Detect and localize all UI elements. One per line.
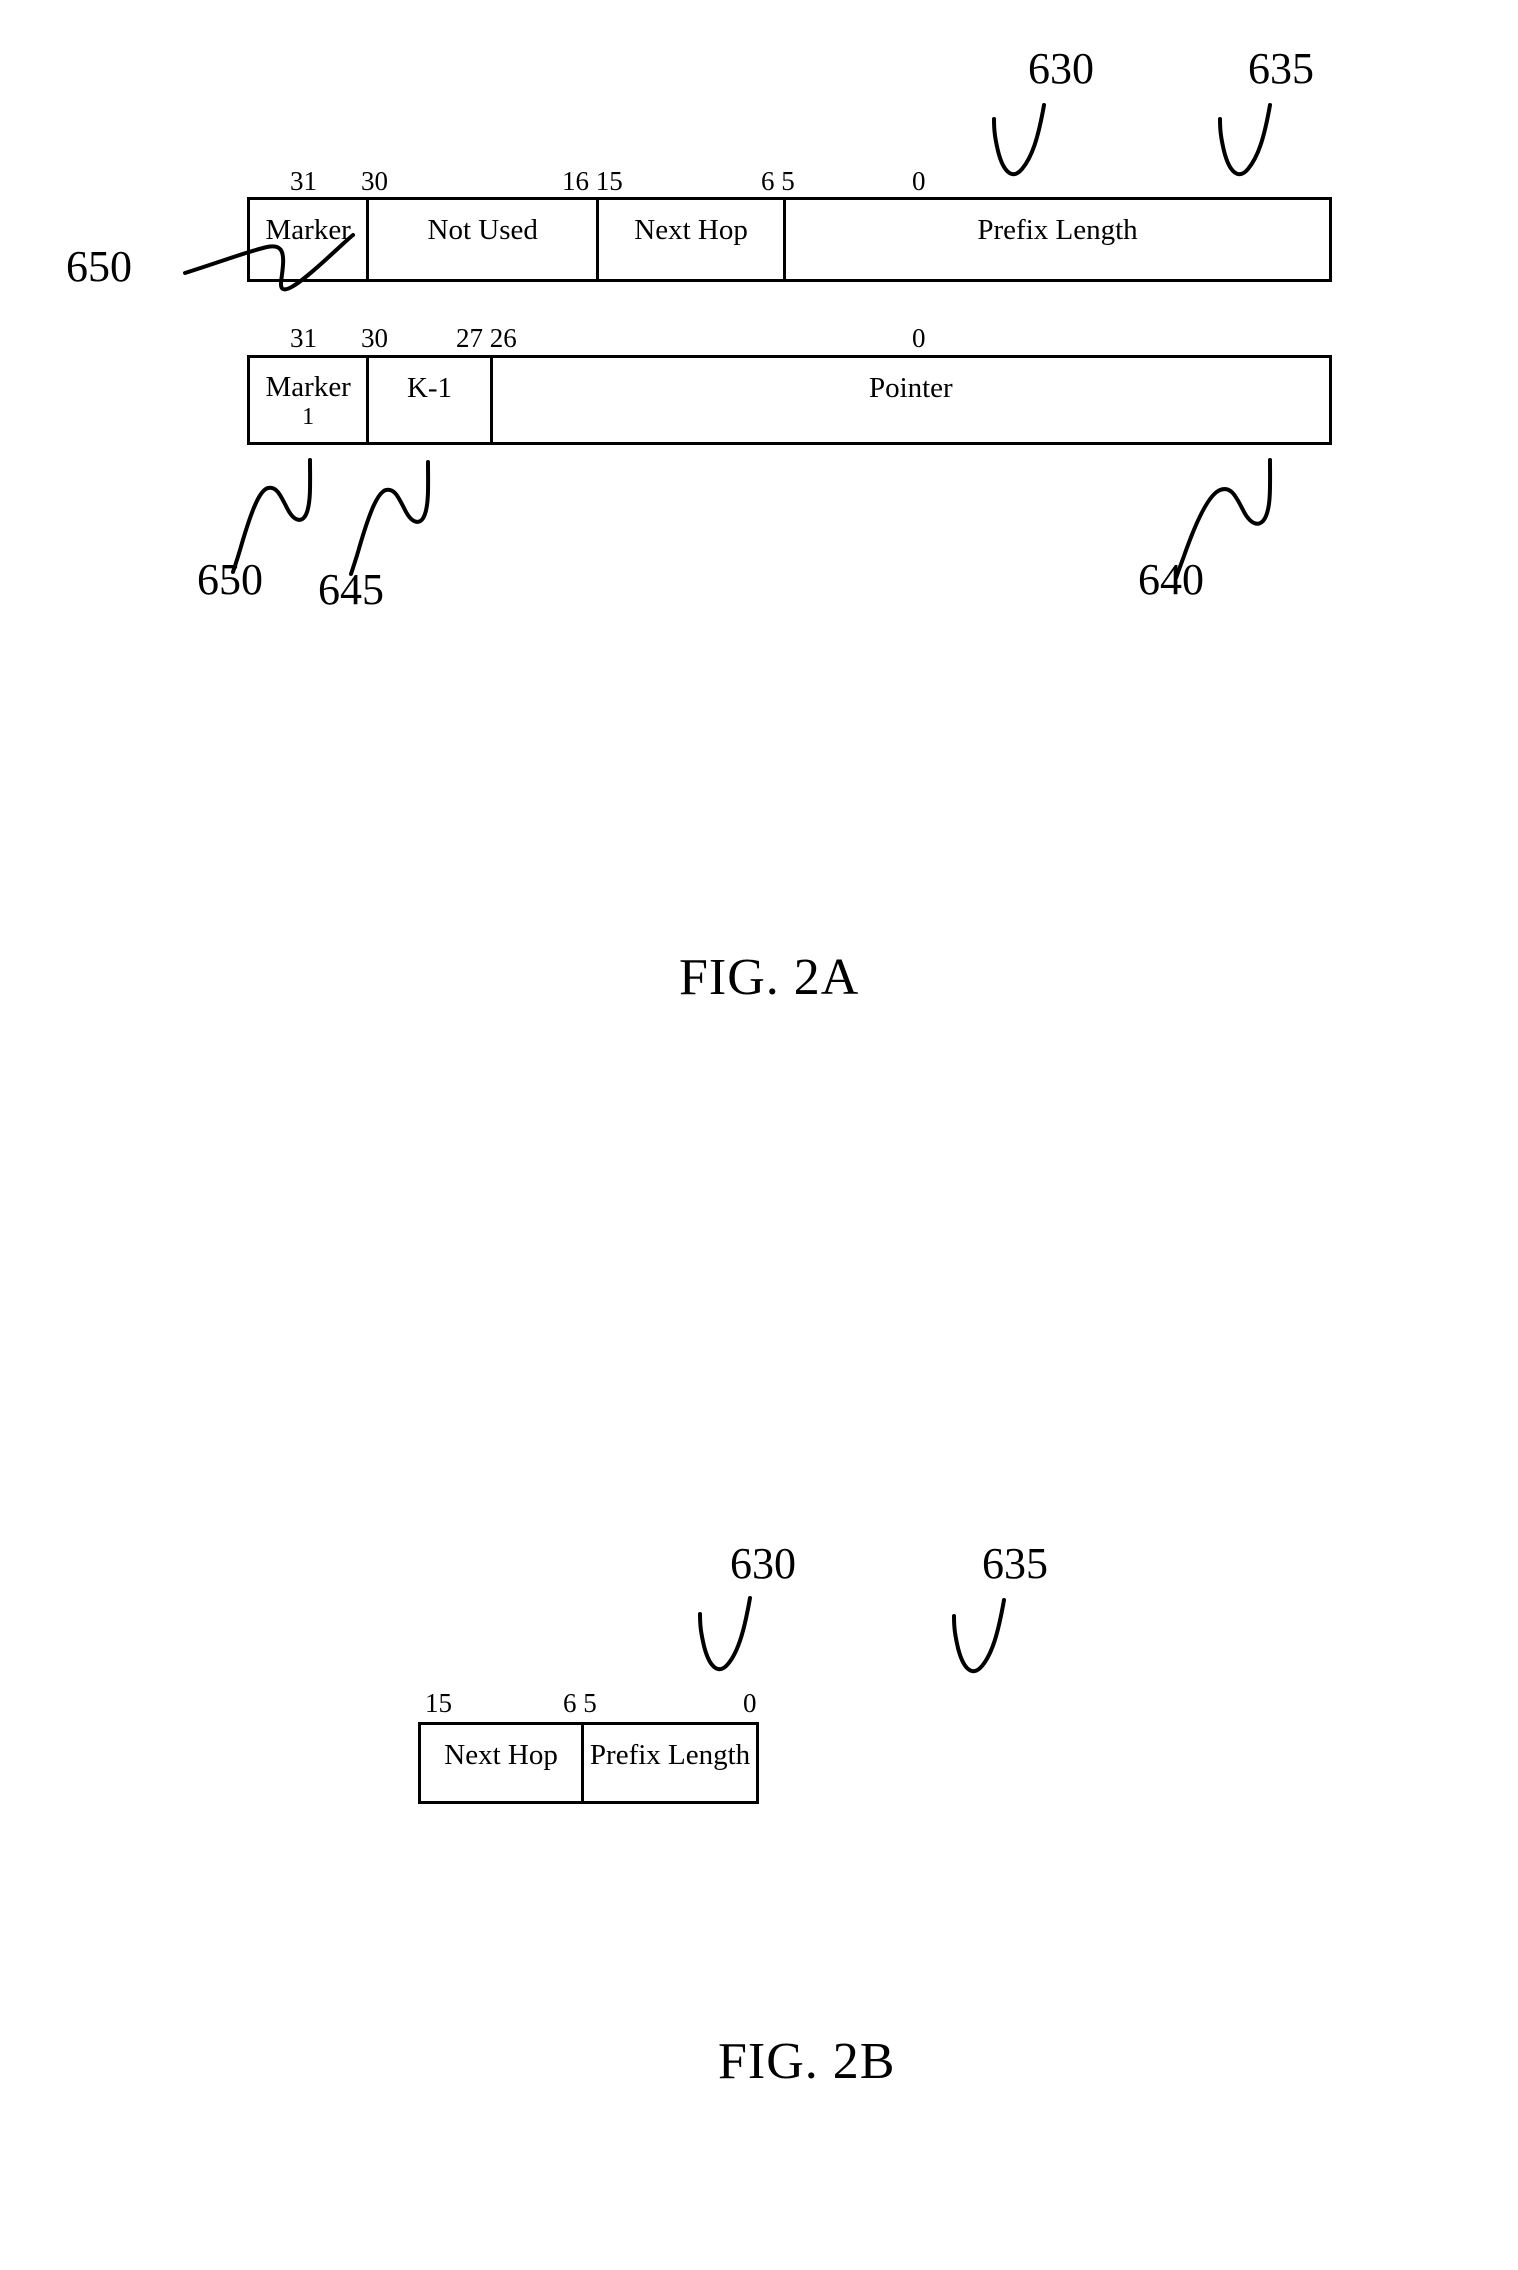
bit-label-0-pointer: 0 (912, 323, 926, 353)
field-label: K-1 (406, 372, 453, 404)
field-cell-next-hop: Next Hop (599, 200, 787, 279)
bit-label-27-26-pointer: 27 26 (456, 323, 517, 353)
field-label: Next Hop (444, 1739, 558, 1771)
field-label: Marker (265, 371, 351, 403)
bit-label-30-top: 30 (361, 166, 388, 196)
reference-numeral-630-bottom: 630 (730, 1539, 796, 1588)
field-cell-prefix-length: Prefix Length (584, 1725, 756, 1801)
patent-drawing-sheet: 630 635 31 30 16 15 6 5 0 Marker Not Use… (0, 0, 1518, 2270)
bit-label-6-5-top: 6 5 (761, 166, 795, 196)
reference-numeral-650-bottom: 650 (197, 555, 263, 604)
field-cell-not-used: Not Used (369, 200, 600, 279)
bit-label-0-top: 0 (912, 166, 926, 196)
leader-line-635-bottom (952, 1598, 1006, 1674)
bit-label-31-top: 31 (290, 166, 317, 196)
reference-numeral-635-bottom: 635 (982, 1539, 1048, 1588)
field-label: Prefix Length (977, 214, 1138, 246)
field-label: Next Hop (634, 214, 748, 246)
reference-numeral-645: 645 (318, 565, 384, 614)
field-label: Not Used (427, 214, 538, 246)
pointer-word-table: Marker 1 K-1 Pointer (247, 355, 1332, 445)
figure-caption-2b: FIG. 2B (718, 2033, 896, 2090)
reference-numeral-630-top: 630 (1028, 44, 1094, 93)
field-cell-pointer: Pointer (493, 358, 1329, 442)
bit-label-6-5-2b: 6 5 (563, 1688, 597, 1718)
field-cell-marker-1: Marker 1 (250, 358, 370, 442)
leader-line-630-bottom (698, 1596, 752, 1672)
bit-label-31-pointer: 31 (290, 323, 317, 353)
route-entry-word-table: Marker Not Used Next Hop Prefix Length (247, 197, 1332, 282)
figure-caption-2a: FIG. 2A (679, 949, 860, 1006)
field-cell-prefix-length: Prefix Length (786, 200, 1329, 279)
bit-label-15-2b: 15 (425, 1688, 452, 1718)
field-sublabel: 1 (302, 404, 315, 431)
leader-line-645 (349, 460, 431, 576)
reference-numeral-650-left: 650 (66, 242, 132, 291)
field-cell-k-minus-1: K-1 (369, 358, 493, 442)
bit-label-30-pointer: 30 (361, 323, 388, 353)
reference-numeral-640: 640 (1138, 555, 1204, 604)
field-cell-marker: Marker (250, 200, 370, 279)
reference-numeral-635-top: 635 (1248, 44, 1314, 93)
bit-label-16-15-top: 16 15 (562, 166, 623, 196)
field-label: Marker (265, 214, 351, 246)
field-cell-next-hop: Next Hop (421, 1725, 585, 1801)
fig2b-entry-table: Next Hop Prefix Length (418, 1722, 759, 1804)
field-label: Pointer (868, 372, 953, 404)
field-label: Prefix Length (589, 1739, 751, 1771)
bit-label-0-2b: 0 (743, 1688, 757, 1718)
